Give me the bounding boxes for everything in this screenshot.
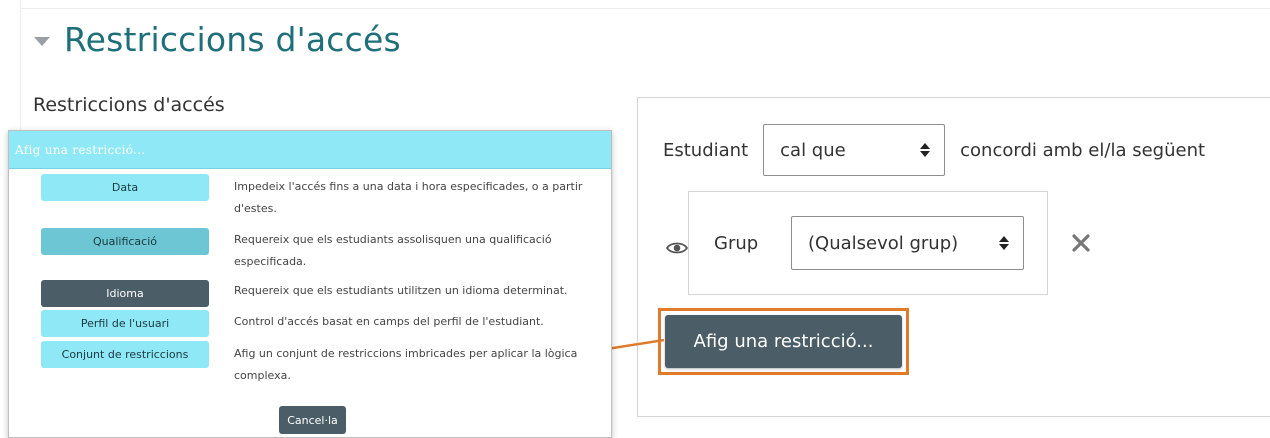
group-select[interactable]: (Qualsevol grup) [791,216,1024,270]
restriction-language-button[interactable]: Idioma [41,280,209,307]
dialog-title: Afig una restricció... [9,131,611,169]
select-arrows-icon [999,236,1009,250]
restriction-panel: Estudiant cal que concordi amb el/la seg… [637,97,1270,417]
restriction-language-description: Requereix que els estudiants utilitzen u… [234,284,568,297]
field-label: Restriccions d'accés [33,94,225,116]
student-label: Estudiant [663,139,749,161]
restriction-date-description: Impedeix l'accés fins a una data i hora … [234,180,583,215]
restriction-profile-button[interactable]: Perfil de l'usuari [41,310,209,337]
restriction-grade-description: Requereix que els estudiants assolisquen… [234,233,552,268]
restriction-profile-description: Control d'accés basat en camps del perfi… [234,315,544,328]
close-icon[interactable] [1071,233,1091,253]
match-select-value: cal que [780,139,846,161]
restriction-set-description: Afig un conjunt de restriccions imbricad… [234,347,578,382]
condition-box: Grup (Qualsevol grup) [688,191,1048,295]
match-select[interactable]: cal que [763,124,946,176]
divider [20,8,1270,9]
condition-label: Grup [714,233,759,254]
add-restriction-button[interactable]: Afig una restricció... [665,315,902,368]
eye-icon[interactable] [666,241,688,255]
section-title: Restriccions d'accés [64,20,401,59]
add-restriction-highlight: Afig una restricció... [658,308,909,375]
add-restriction-dialog: Afig una restricció... Data Impedeix l'a… [8,130,612,438]
select-arrows-icon [920,143,931,157]
restriction-grade-button[interactable]: Qualificació [41,228,209,255]
restriction-date-button[interactable]: Data [41,174,209,201]
cancel-button[interactable]: Cancel·la [279,406,346,434]
restriction-set-button[interactable]: Conjunt de restriccions [41,341,209,368]
section-header[interactable]: Restriccions d'accés [34,20,401,59]
restriction-header-row: Estudiant cal que concordi amb el/la seg… [663,124,1205,176]
group-select-value: (Qualsevol grup) [808,232,959,254]
chevron-down-icon[interactable] [34,37,50,46]
match-suffix-label: concordi amb el/la següent [960,139,1206,161]
